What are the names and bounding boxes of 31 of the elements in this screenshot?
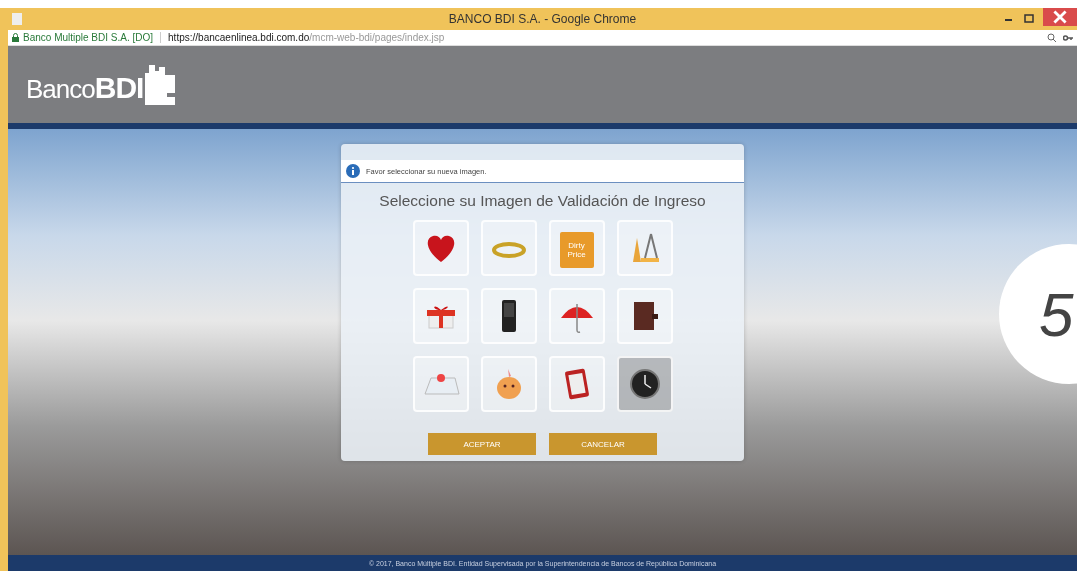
- phone-icon: [501, 300, 516, 332]
- ruler-compass-icon: [632, 233, 659, 262]
- gift-icon: [426, 306, 455, 329]
- url-text[interactable]: https://bancaenlinea.bdi.com.do/mcm-web-bdi/pages/index.jsp: [168, 32, 445, 43]
- image-option[interactable]: Dirty Price: [548, 220, 605, 276]
- wallet-icon: [633, 302, 658, 330]
- key-icon[interactable]: [1063, 32, 1073, 43]
- site-identity: Banco Multiple BDI S.A. [DO]: [23, 32, 154, 43]
- clock-icon: [629, 369, 660, 399]
- dialog-title: Seleccione su Imagen de Validación de Ingreso: [379, 192, 706, 210]
- step-badge: 5: [999, 244, 1077, 384]
- map-icon: [424, 374, 459, 395]
- lock-icon: [12, 33, 19, 42]
- zoom-icon[interactable]: [1047, 32, 1057, 43]
- heart-icon: [427, 235, 454, 262]
- accept-button[interactable]: ACEPTAR: [428, 433, 536, 455]
- cancel-button[interactable]: CANCELAR: [549, 433, 657, 455]
- window-title: BANCO BDI S.A. - Google Chrome: [448, 12, 637, 26]
- ring-icon: [491, 242, 526, 258]
- umbrella-icon: [560, 303, 593, 333]
- image-option[interactable]: [616, 288, 673, 344]
- app-icon: [12, 13, 22, 25]
- shopping-bag-label: Dirty Price: [559, 232, 594, 268]
- clipboard-icon: [564, 368, 589, 400]
- piggy-bank-icon: [496, 369, 521, 399]
- bank-logo[interactable]: BancoBDI: [26, 64, 176, 105]
- info-icon: [346, 164, 360, 178]
- close-button[interactable]: [1043, 8, 1077, 26]
- image-option[interactable]: [616, 356, 673, 412]
- image-option[interactable]: [480, 288, 537, 344]
- image-option[interactable]: [548, 356, 605, 412]
